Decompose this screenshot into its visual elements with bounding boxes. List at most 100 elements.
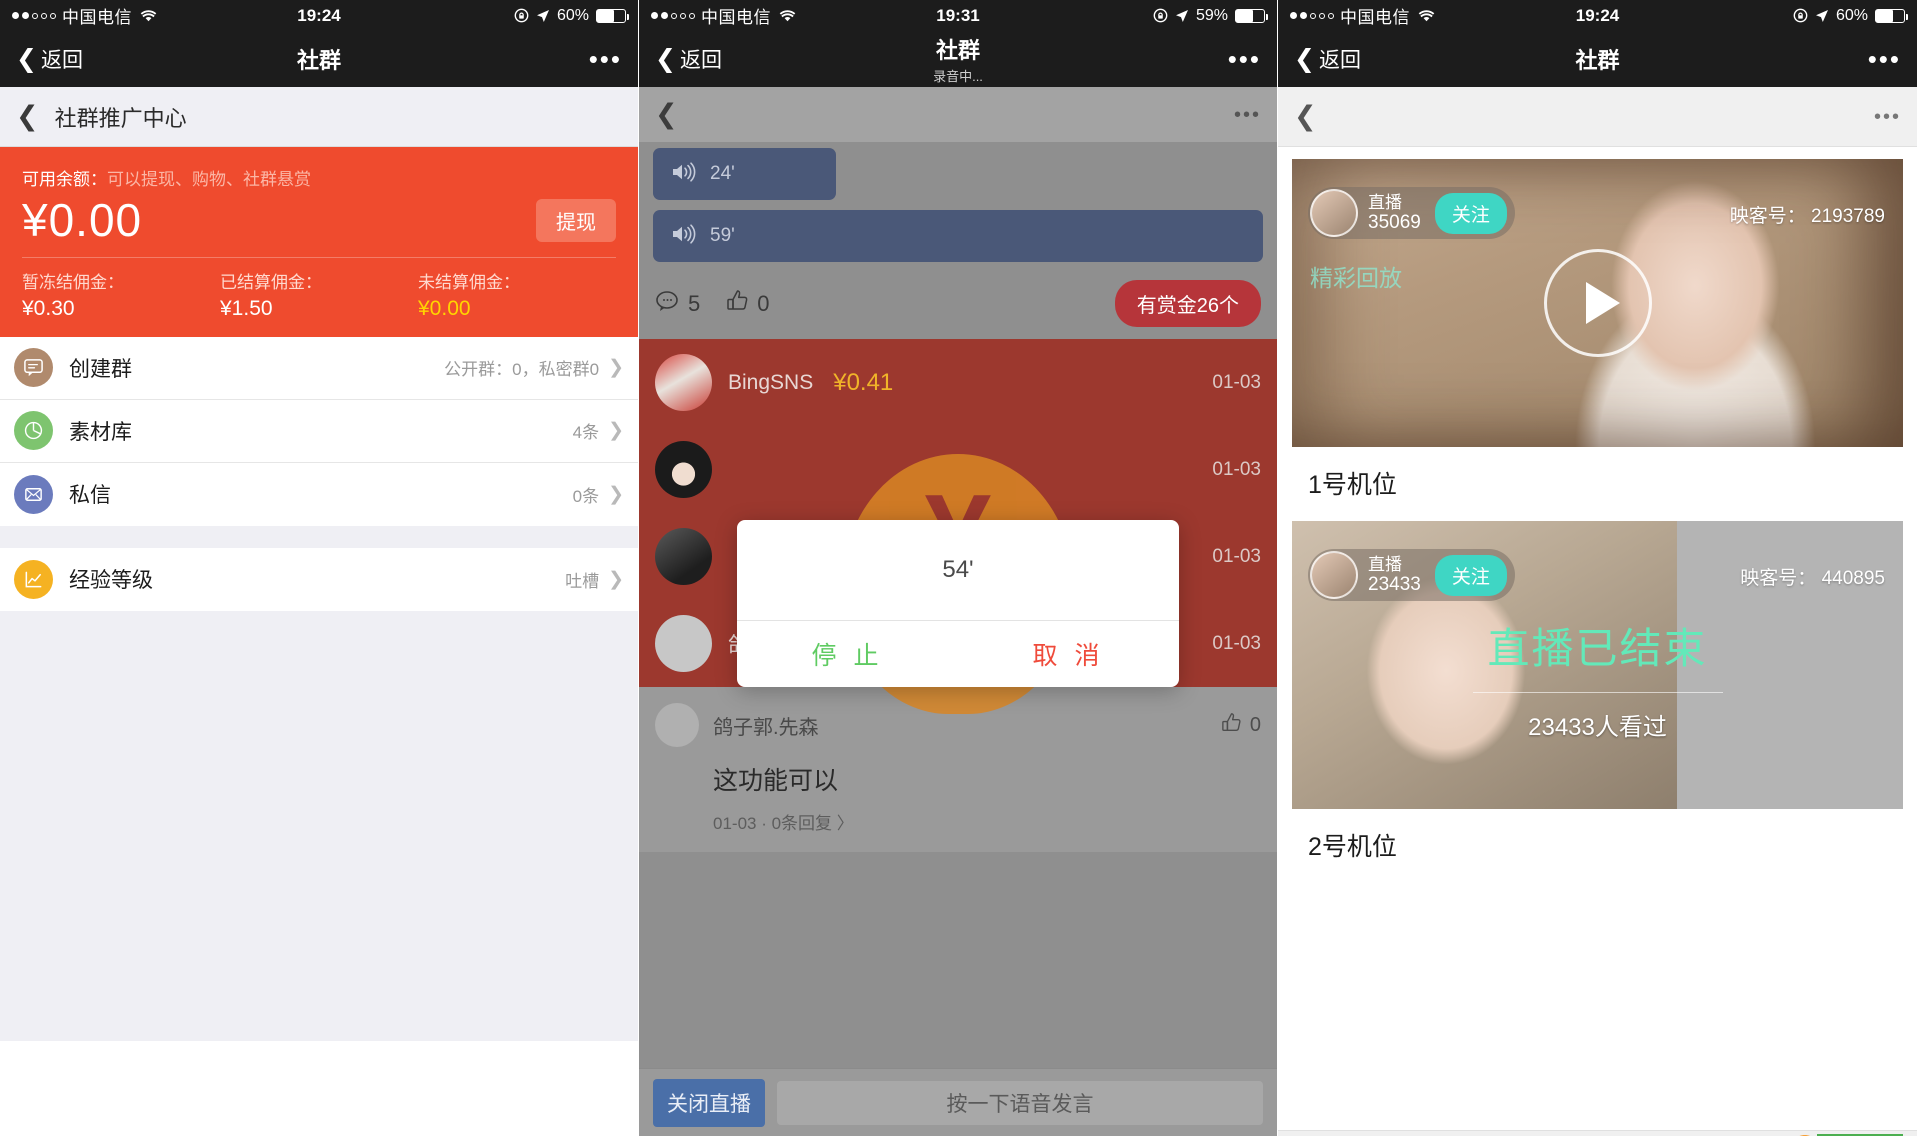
location-arrow-icon (1815, 9, 1828, 22)
status-bar: 中国电信 19:24 60% (0, 0, 638, 31)
stream-viewer-count: 35069 (1368, 211, 1421, 233)
withdraw-button[interactable]: 提现 (536, 198, 616, 242)
status-bar-right: 60% (1793, 6, 1908, 25)
menu-item-label: 经验等级 (69, 569, 153, 593)
screen-live-voice-recording: 中国电信 19:31 59% ❮ 返回 社群 录音中... ••• ❮ ••• … (639, 0, 1278, 1136)
balance-amount-row: ¥0.00 提现 (22, 194, 616, 247)
page-title: 社群推广中心 (54, 105, 187, 131)
chevron-right-icon: ❯ (608, 420, 624, 442)
menu-item-private-message[interactable]: 私信 0条 ❯ (0, 463, 638, 526)
nav-bar: ❮ 返回 社群 录音中... ••• (639, 31, 1277, 87)
nav-back-button[interactable]: ❮ 返回 (16, 44, 83, 74)
commission-stat-value: ¥1.50 (220, 296, 273, 320)
more-dots-icon[interactable]: ••• (1874, 107, 1901, 127)
rotation-lock-icon (1793, 8, 1808, 23)
follow-button[interactable]: 关注 (1434, 192, 1507, 234)
nav-back-button[interactable]: ❮ 返回 (1294, 44, 1361, 74)
recording-dialog: 54' 停 止 取 消 (737, 520, 1179, 687)
menu-item-material-library[interactable]: 素材库 4条 ❯ (0, 400, 638, 463)
chevron-right-icon: ❯ (608, 483, 624, 505)
avatar (1310, 551, 1358, 599)
balance-label-row: 可用余额：可以提现、购物、社群悬赏 (22, 165, 616, 190)
nav-more-button[interactable]: ••• (1868, 45, 1901, 72)
stop-button[interactable]: 停 止 (737, 621, 958, 687)
balance-panel: 可用余额：可以提现、购物、社群悬赏 ¥0.00 提现 暂冻结佣金： ¥0.30 … (0, 147, 638, 337)
streamer-badge-text: 直播 35069 (1368, 193, 1421, 233)
streamer-badge: 直播 23433 关注 (1308, 549, 1515, 601)
balance-hint: 可以提现、购物、社群悬赏 (107, 170, 311, 189)
nav-title: 社群 (1575, 48, 1620, 73)
replay-label: 精彩回放 (1310, 265, 1402, 291)
screen-community-promotion: 中国电信 19:24 60% ❮ 返回 社群 ••• ❮ 社群推广中心 可用余额… (0, 0, 639, 1136)
commission-stat: 暂冻结佣金： ¥0.30 (22, 268, 220, 321)
battery-percent-label: 60% (556, 6, 589, 24)
stream-id-row: 映客号： 2193789 (1730, 201, 1885, 228)
location-arrow-icon (536, 9, 549, 22)
menu-item-experience-level[interactable]: 经验等级 吐槽 ❯ (0, 548, 638, 611)
menu-item-label: 素材库 (69, 420, 132, 444)
back-chevron-icon[interactable]: ❮ (16, 103, 39, 130)
wifi-icon (779, 9, 796, 22)
signal-strength-icon (651, 12, 695, 19)
stream-id-value: 2193789 (1811, 206, 1885, 227)
page-sub-header: ❮ 社群推广中心 (0, 87, 638, 147)
menu-item-label: 私信 (69, 484, 111, 508)
wifi-icon (1418, 9, 1435, 22)
nav-back-label: 返回 (40, 49, 83, 72)
stream-viewer-count: 23433 (1368, 573, 1421, 595)
nav-more-button[interactable]: ••• (1228, 45, 1261, 72)
battery-percent-label: 59% (1195, 6, 1228, 24)
stream-ended-overlay: 直播已结束 23433人看过 (1292, 615, 1903, 742)
back-chevron-icon[interactable]: ❮ (1294, 103, 1317, 130)
location-arrow-icon (1175, 9, 1188, 22)
nav-bar: ❮ 返回 社群 ••• (0, 31, 638, 87)
wifi-icon (140, 9, 157, 22)
line-chart-icon (14, 559, 53, 599)
commission-stat: 未结算佣金： ¥0.00 (418, 268, 616, 321)
chevron-left-icon: ❮ (655, 44, 676, 73)
chevron-left-icon: ❮ (16, 44, 37, 73)
menu-item-meta: 4条 (572, 423, 600, 443)
carrier-label: 中国电信 (1340, 8, 1410, 27)
commission-stat-label: 已结算佣金： (220, 272, 322, 292)
follow-button[interactable]: 关注 (1434, 554, 1507, 596)
nav-back-button[interactable]: ❮ 返回 (655, 44, 722, 74)
streamer-badge: 直播 35069 关注 (1308, 187, 1515, 239)
menu-item-create-group[interactable]: 创建群 公开群：0，私密群0 ❯ (0, 337, 638, 400)
chat-bubble-icon (14, 348, 53, 388)
battery-percent-label: 60% (1835, 6, 1868, 24)
status-bar-right: 59% (1153, 6, 1268, 25)
menu-item-meta: 公开群：0，私密群0 (444, 360, 600, 380)
play-icon[interactable] (1543, 249, 1652, 357)
menu-item-meta: 吐槽 (565, 571, 600, 591)
menu-group-secondary: 经验等级 吐槽 ❯ (0, 547, 638, 611)
rotation-lock-icon (514, 8, 529, 23)
modal-overlay: 54' 停 止 取 消 (639, 87, 1277, 1136)
stream-card[interactable]: 直播 35069 关注 映客号： 2193789 精彩回放 1号机位 (1292, 159, 1903, 509)
asp300-watermark-logo: ASP 300 源码 .com (1799, 1134, 1903, 1136)
stream-thumbnail[interactable]: 直播 23433 关注 映客号： 440895 直播已结束 23433人看过 (1292, 521, 1903, 809)
list-section-gap (0, 525, 638, 548)
envelope-icon (14, 474, 53, 514)
recording-duration-label: 54' (942, 556, 974, 583)
balance-divider (22, 256, 616, 258)
commission-stat-label: 未结算佣金： (418, 272, 520, 292)
stream-status-label: 直播 (1368, 554, 1402, 574)
commission-stats: 暂冻结佣金： ¥0.30 已结算佣金： ¥1.50 未结算佣金： ¥0.00 (22, 268, 616, 321)
nav-bar: ❮ 返回 社群 ••• (1278, 31, 1917, 87)
rotation-lock-icon (1153, 8, 1168, 23)
bottom-input-bar: 直播 请文明发言... ASP 300 源码 .com (1278, 1130, 1917, 1136)
signal-strength-icon (12, 12, 56, 19)
live-feed-body: ❮ ••• 24' 59' 5 0 有赏金26个 BingSNS ¥0.41 0… (639, 87, 1277, 1136)
pie-chart-icon (14, 411, 53, 451)
stream-card[interactable]: 直播 23433 关注 映客号： 440895 直播已结束 23433人看过 2… (1292, 521, 1903, 871)
stream-list: 直播 35069 关注 映客号： 2193789 精彩回放 1号机位 直播 23… (1278, 147, 1917, 1136)
nav-title: 社群 (296, 48, 341, 73)
stream-thumbnail[interactable]: 直播 35069 关注 映客号： 2193789 精彩回放 (1292, 159, 1903, 447)
status-bar: 中国电信 19:31 59% (639, 0, 1277, 31)
cancel-button[interactable]: 取 消 (958, 621, 1179, 687)
page-background-filler (0, 610, 638, 1041)
battery-icon (1875, 8, 1908, 23)
nav-more-button[interactable]: ••• (589, 45, 622, 72)
stream-id-label: 映客号： (1740, 568, 1817, 589)
